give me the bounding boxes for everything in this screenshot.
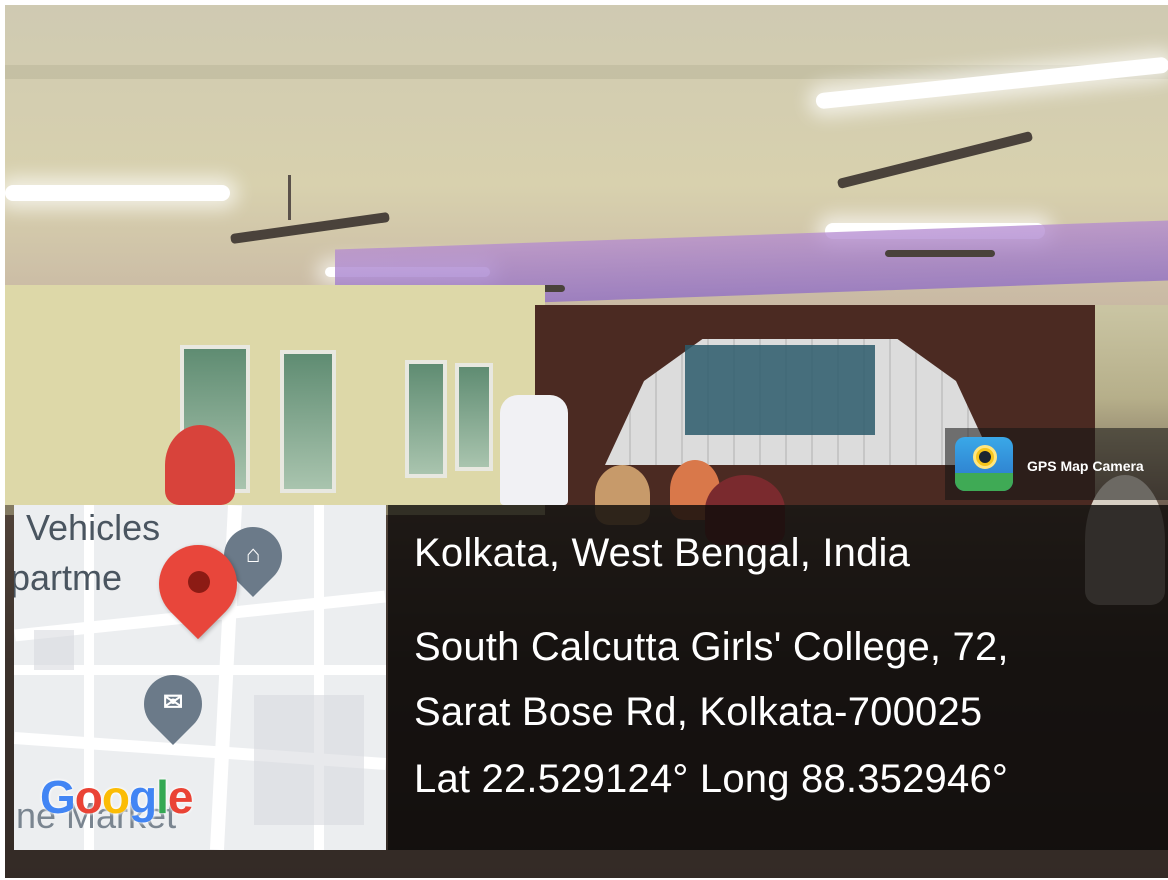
window [405, 360, 447, 478]
museum-glyph: ⌂ [245, 541, 261, 568]
gps-app-badge: GPS Map Camera [945, 428, 1168, 500]
ceiling-fan [885, 250, 995, 257]
gps-map-camera-icon [955, 437, 1013, 491]
map-thumbnail: Vehicles partme ne Market ⌂ ✉ Google [14, 505, 386, 850]
map-label-vehicles: Vehicles [26, 507, 161, 548]
projected-slide [685, 345, 875, 435]
mail-glyph: ✉ [162, 689, 184, 716]
map-label-department: partme [14, 557, 123, 598]
google-logo: Google [40, 771, 193, 823]
fan-rod [288, 175, 291, 220]
map-block [254, 695, 364, 825]
address-line-2: Sarat Bose Rd, Kolkata-700025 [414, 690, 983, 734]
tube-light [5, 185, 230, 201]
coordinates: Lat 22.529124° Long 88.352946° [414, 757, 1009, 801]
window [455, 363, 493, 471]
map-block [34, 630, 74, 670]
person [165, 425, 235, 505]
gps-app-name: GPS Map Camera [1027, 458, 1144, 474]
address-line-1: South Calcutta Girls' College, 72, [414, 625, 1009, 669]
presenter [500, 395, 568, 505]
location-pin-center [188, 571, 210, 593]
location-city: Kolkata, West Bengal, India [414, 531, 911, 575]
window [280, 350, 336, 493]
